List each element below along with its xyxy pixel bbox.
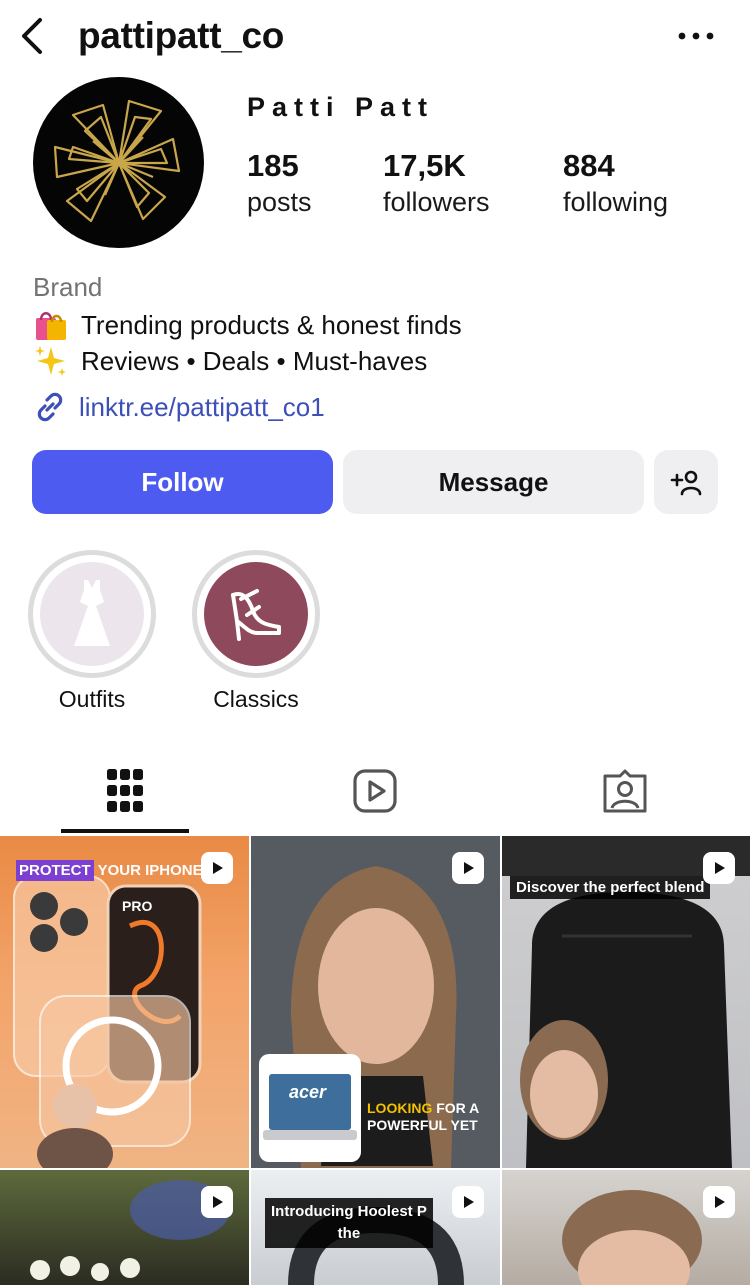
posts-grid: PROTECT YOUR IPHONE PRO acer LOOKING FOR…	[0, 836, 750, 1285]
bio-text: Reviews • Deals • Must-haves	[81, 345, 428, 376]
top-bar: pattipatt_co	[0, 0, 750, 72]
profile-link[interactable]: linktr.ee/pattipatt_co1	[33, 390, 325, 424]
reel-badge	[703, 1186, 735, 1218]
post-tile[interactable]: Discover the perfect blend	[502, 836, 750, 1168]
play-icon	[213, 1196, 223, 1208]
more-dots-icon	[678, 32, 714, 40]
shopping-bags-emoji-icon	[33, 308, 69, 342]
message-button-label: Message	[438, 466, 549, 497]
post-caption: PRO	[122, 898, 153, 914]
tagged-icon	[603, 769, 647, 813]
post-caption: PROTECT YOUR IPHONE	[16, 860, 203, 881]
phone-case-illustration	[13, 875, 202, 1168]
reel-badge	[452, 1186, 484, 1218]
following-stat[interactable]: 884 following	[563, 148, 668, 220]
chevron-left-icon	[22, 18, 42, 54]
posts-stat[interactable]: 185 posts	[247, 148, 312, 220]
profile-tabs	[0, 748, 750, 834]
back-button[interactable]	[14, 14, 50, 58]
bio-line: Reviews • Deals • Must-haves	[33, 344, 427, 378]
post-tile[interactable]	[0, 1170, 249, 1285]
reel-badge	[703, 852, 735, 884]
reel-badge	[201, 1186, 233, 1218]
tab-grid[interactable]	[0, 748, 250, 834]
play-icon	[464, 862, 474, 874]
play-icon	[715, 862, 725, 874]
product-inset: acer	[259, 1054, 361, 1162]
post-tile[interactable]: acer LOOKING FOR A POWERFUL YET	[251, 836, 500, 1168]
post-caption: Discover the perfect blend	[510, 876, 711, 899]
grid-icon	[107, 769, 143, 812]
follow-button[interactable]: Follow	[32, 450, 333, 514]
profile-avatar[interactable]	[33, 77, 204, 248]
following-count: 884	[563, 148, 615, 183]
follow-button-label: Follow	[141, 466, 224, 497]
tab-reels[interactable]	[250, 748, 500, 834]
post-tile[interactable]: PROTECT YOUR IPHONE PRO	[0, 836, 249, 1168]
posts-count: 185	[247, 148, 299, 183]
followers-count: 17,5K	[383, 148, 466, 183]
profile-username: pattipatt_co	[78, 15, 285, 56]
highlight-outfits[interactable]: Outfits	[28, 550, 156, 713]
highlight-ring	[28, 550, 156, 678]
reel-badge	[201, 852, 233, 884]
tab-tagged[interactable]	[500, 748, 750, 834]
profile-category: Brand	[33, 272, 103, 302]
following-label: following	[563, 187, 669, 217]
laptop-icon	[263, 1074, 357, 1140]
message-button[interactable]: Message	[343, 450, 644, 514]
followers-stat[interactable]: 17,5K followers	[383, 148, 490, 220]
dress-icon	[74, 580, 110, 646]
link-icon	[37, 392, 63, 422]
profile-link-text[interactable]: linktr.ee/pattipatt_co1	[79, 392, 325, 423]
reels-icon	[353, 769, 397, 813]
posts-label: posts	[247, 187, 312, 217]
active-tab-indicator	[61, 829, 189, 833]
play-icon	[213, 862, 223, 874]
starburst-logo-icon	[53, 99, 181, 223]
play-icon	[464, 1196, 474, 1208]
highlight-label: Classics	[213, 686, 299, 712]
post-caption: LOOKING FOR A POWERFUL YET	[367, 1100, 480, 1133]
highlight-classics[interactable]: Classics	[192, 550, 320, 713]
play-icon	[715, 1196, 725, 1208]
suggested-accounts-button[interactable]	[654, 450, 718, 514]
add-person-icon	[670, 470, 702, 496]
reel-badge	[452, 852, 484, 884]
sparkles-emoji-icon	[33, 344, 69, 378]
post-tile[interactable]	[502, 1170, 750, 1285]
followers-label: followers	[383, 187, 490, 217]
highlight-ring	[192, 550, 320, 678]
profile-display-name: Patti Patt	[247, 92, 435, 122]
bio-line: Trending products & honest finds	[33, 308, 462, 342]
bio-text: Trending products & honest finds	[81, 309, 462, 340]
post-caption: Introducing Hoolest P the	[265, 1198, 433, 1248]
more-options-button[interactable]	[676, 22, 716, 50]
highlight-cover	[40, 562, 144, 666]
highlight-label: Outfits	[58, 686, 126, 712]
high-heel-icon	[231, 589, 281, 641]
post-tile[interactable]: Introducing Hoolest P the	[251, 1170, 500, 1285]
highlight-cover	[204, 562, 308, 666]
product-brand: acer	[289, 1082, 327, 1102]
